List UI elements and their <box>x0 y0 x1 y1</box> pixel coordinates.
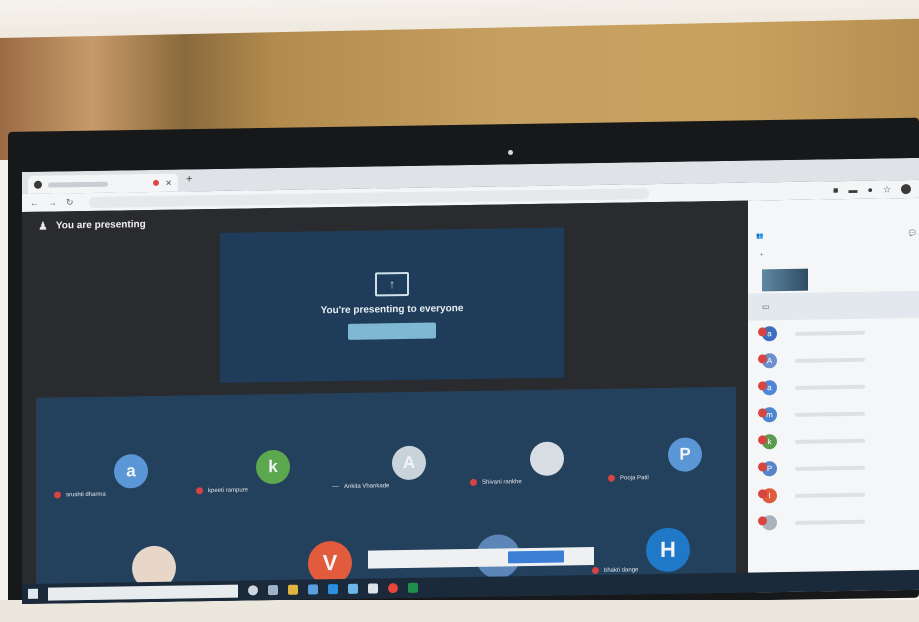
mic-muted-icon <box>608 474 615 482</box>
list-item[interactable]: I <box>748 480 919 510</box>
profile-avatar[interactable] <box>901 183 911 194</box>
participant-avatar[interactable]: A <box>392 445 426 481</box>
presenting-banner-text: You are presenting <box>55 219 146 232</box>
mic-muted-icon <box>470 478 477 486</box>
meeting-details-panel: 👥 💬 + ▭ aAamkPI <box>748 197 919 593</box>
list-item[interactable]: P <box>748 453 919 483</box>
presentation-preview: ↑ You're presenting to everyone <box>220 227 564 383</box>
participant-name-blurred <box>795 384 865 390</box>
extension-icon[interactable]: ▬ <box>848 184 857 195</box>
mail-icon[interactable] <box>328 584 338 595</box>
participant-name-blurred <box>795 519 865 525</box>
list-item[interactable] <box>748 507 919 537</box>
excel-icon[interactable] <box>408 582 418 593</box>
panel-tabs: 👥 💬 <box>756 224 916 245</box>
participant-name-tag: srushti dharma <box>54 491 106 499</box>
close-icon[interactable]: ✕ <box>165 178 172 187</box>
presenter-icon: ♟ <box>38 220 48 233</box>
list-item[interactable] <box>748 264 919 294</box>
extension-icon[interactable]: ● <box>867 184 872 195</box>
tab-favicon-icon <box>34 180 42 189</box>
mic-muted-icon <box>54 491 61 499</box>
participant-name-blurred <box>795 411 865 417</box>
back-icon[interactable]: ← <box>30 198 39 208</box>
recording-indicator-icon <box>153 179 160 186</box>
participant-name-blurred <box>795 465 865 471</box>
participant-name-blurred <box>795 357 865 363</box>
participant-name: srushti dharma <box>66 491 106 498</box>
extension-icons: ■ ▬ ● ☆ <box>833 183 911 196</box>
meeting-main-area: ♟ You are presenting ↑ You're presenting… <box>22 200 748 604</box>
audio-level-icon: — <box>332 483 339 491</box>
participant-avatar[interactable] <box>530 441 564 477</box>
sharing-notification-bar <box>368 547 594 569</box>
store-icon[interactable] <box>308 584 318 595</box>
forward-icon[interactable]: → <box>48 197 57 207</box>
list-item[interactable]: ▭ <box>748 290 919 321</box>
list-item[interactable]: k <box>748 426 919 456</box>
list-item[interactable]: a <box>748 318 919 348</box>
participant-name-blurred <box>795 330 865 336</box>
participant-avatar[interactable]: k <box>256 449 290 485</box>
participant-name-tag: Shivani rankhe <box>470 478 522 486</box>
tab-people[interactable]: 👥 <box>756 232 763 239</box>
participant-name: Pooja Patil <box>620 474 649 482</box>
browser-tab[interactable]: ✕ <box>28 173 178 194</box>
add-person-icon: + <box>760 252 764 259</box>
people-icon: 👥 <box>756 232 764 239</box>
file-explorer-icon[interactable] <box>288 584 298 595</box>
participant-name-tag: kpeeti rampure <box>196 486 249 495</box>
participant-name-tag: — Ankita Vhankade <box>332 482 389 490</box>
people-list: ▭ aAamkPI <box>748 264 919 537</box>
participant-avatar[interactable]: H <box>646 527 690 573</box>
tab-title-blurred <box>48 181 108 188</box>
presenting-banner: ♟ You are presenting <box>38 218 146 233</box>
chrome-icon[interactable] <box>388 583 398 594</box>
cortana-icon[interactable] <box>248 585 258 596</box>
extension-icon[interactable]: ■ <box>833 185 838 196</box>
stop-presenting-button[interactable] <box>348 321 436 340</box>
participant-name: Ankita Vhankade <box>344 482 390 490</box>
list-item[interactable]: A <box>748 345 919 375</box>
participant-name: kpeeti rampure <box>208 486 249 494</box>
start-icon[interactable] <box>28 588 38 599</box>
list-item[interactable]: a <box>748 372 919 402</box>
reload-icon[interactable]: ↻ <box>66 197 74 208</box>
participant-name-tag: bhakti dange <box>592 566 639 575</box>
desk-surface <box>0 600 919 622</box>
list-item[interactable]: m <box>748 399 919 429</box>
participant-name: bhakti dange <box>604 566 639 574</box>
participant-name-blurred <box>795 492 865 498</box>
webcam-dot <box>508 150 513 155</box>
participant-name-tag: Pooja Patil <box>608 474 649 482</box>
self-video-thumbnail <box>762 268 808 291</box>
chat-icon: 💬 <box>908 230 916 237</box>
participant-avatar[interactable]: a <box>114 454 148 489</box>
present-screen-icon: ↑ <box>375 271 409 296</box>
app-icon[interactable] <box>368 583 378 594</box>
new-tab-icon[interactable]: + <box>186 173 192 185</box>
participant-avatar[interactable]: P <box>668 437 702 472</box>
mic-muted-icon <box>196 487 203 495</box>
presenting-message: You're presenting to everyone <box>320 302 464 316</box>
task-view-icon[interactable] <box>268 584 278 596</box>
participant-name-blurred <box>795 438 865 444</box>
add-people-button[interactable]: + <box>760 252 764 258</box>
mic-muted-icon <box>592 566 599 575</box>
edge-icon[interactable] <box>348 583 358 594</box>
monitor-screen: ✕ + ← → ↻ ■ ▬ ● ☆ ♟ You are presenting ↑… <box>22 157 919 604</box>
participant-grid: a srushti dharma k kpeeti rampure A — Ankita V… <box>36 386 736 604</box>
participant-name: Shivani rankhe <box>482 478 522 486</box>
stop-sharing-button[interactable] <box>508 550 564 564</box>
presentation-icon: ▭ <box>762 302 770 312</box>
tab-chat[interactable]: 💬 <box>909 229 916 236</box>
star-icon[interactable]: ☆ <box>883 184 891 195</box>
taskbar-search-input[interactable] <box>48 584 238 601</box>
